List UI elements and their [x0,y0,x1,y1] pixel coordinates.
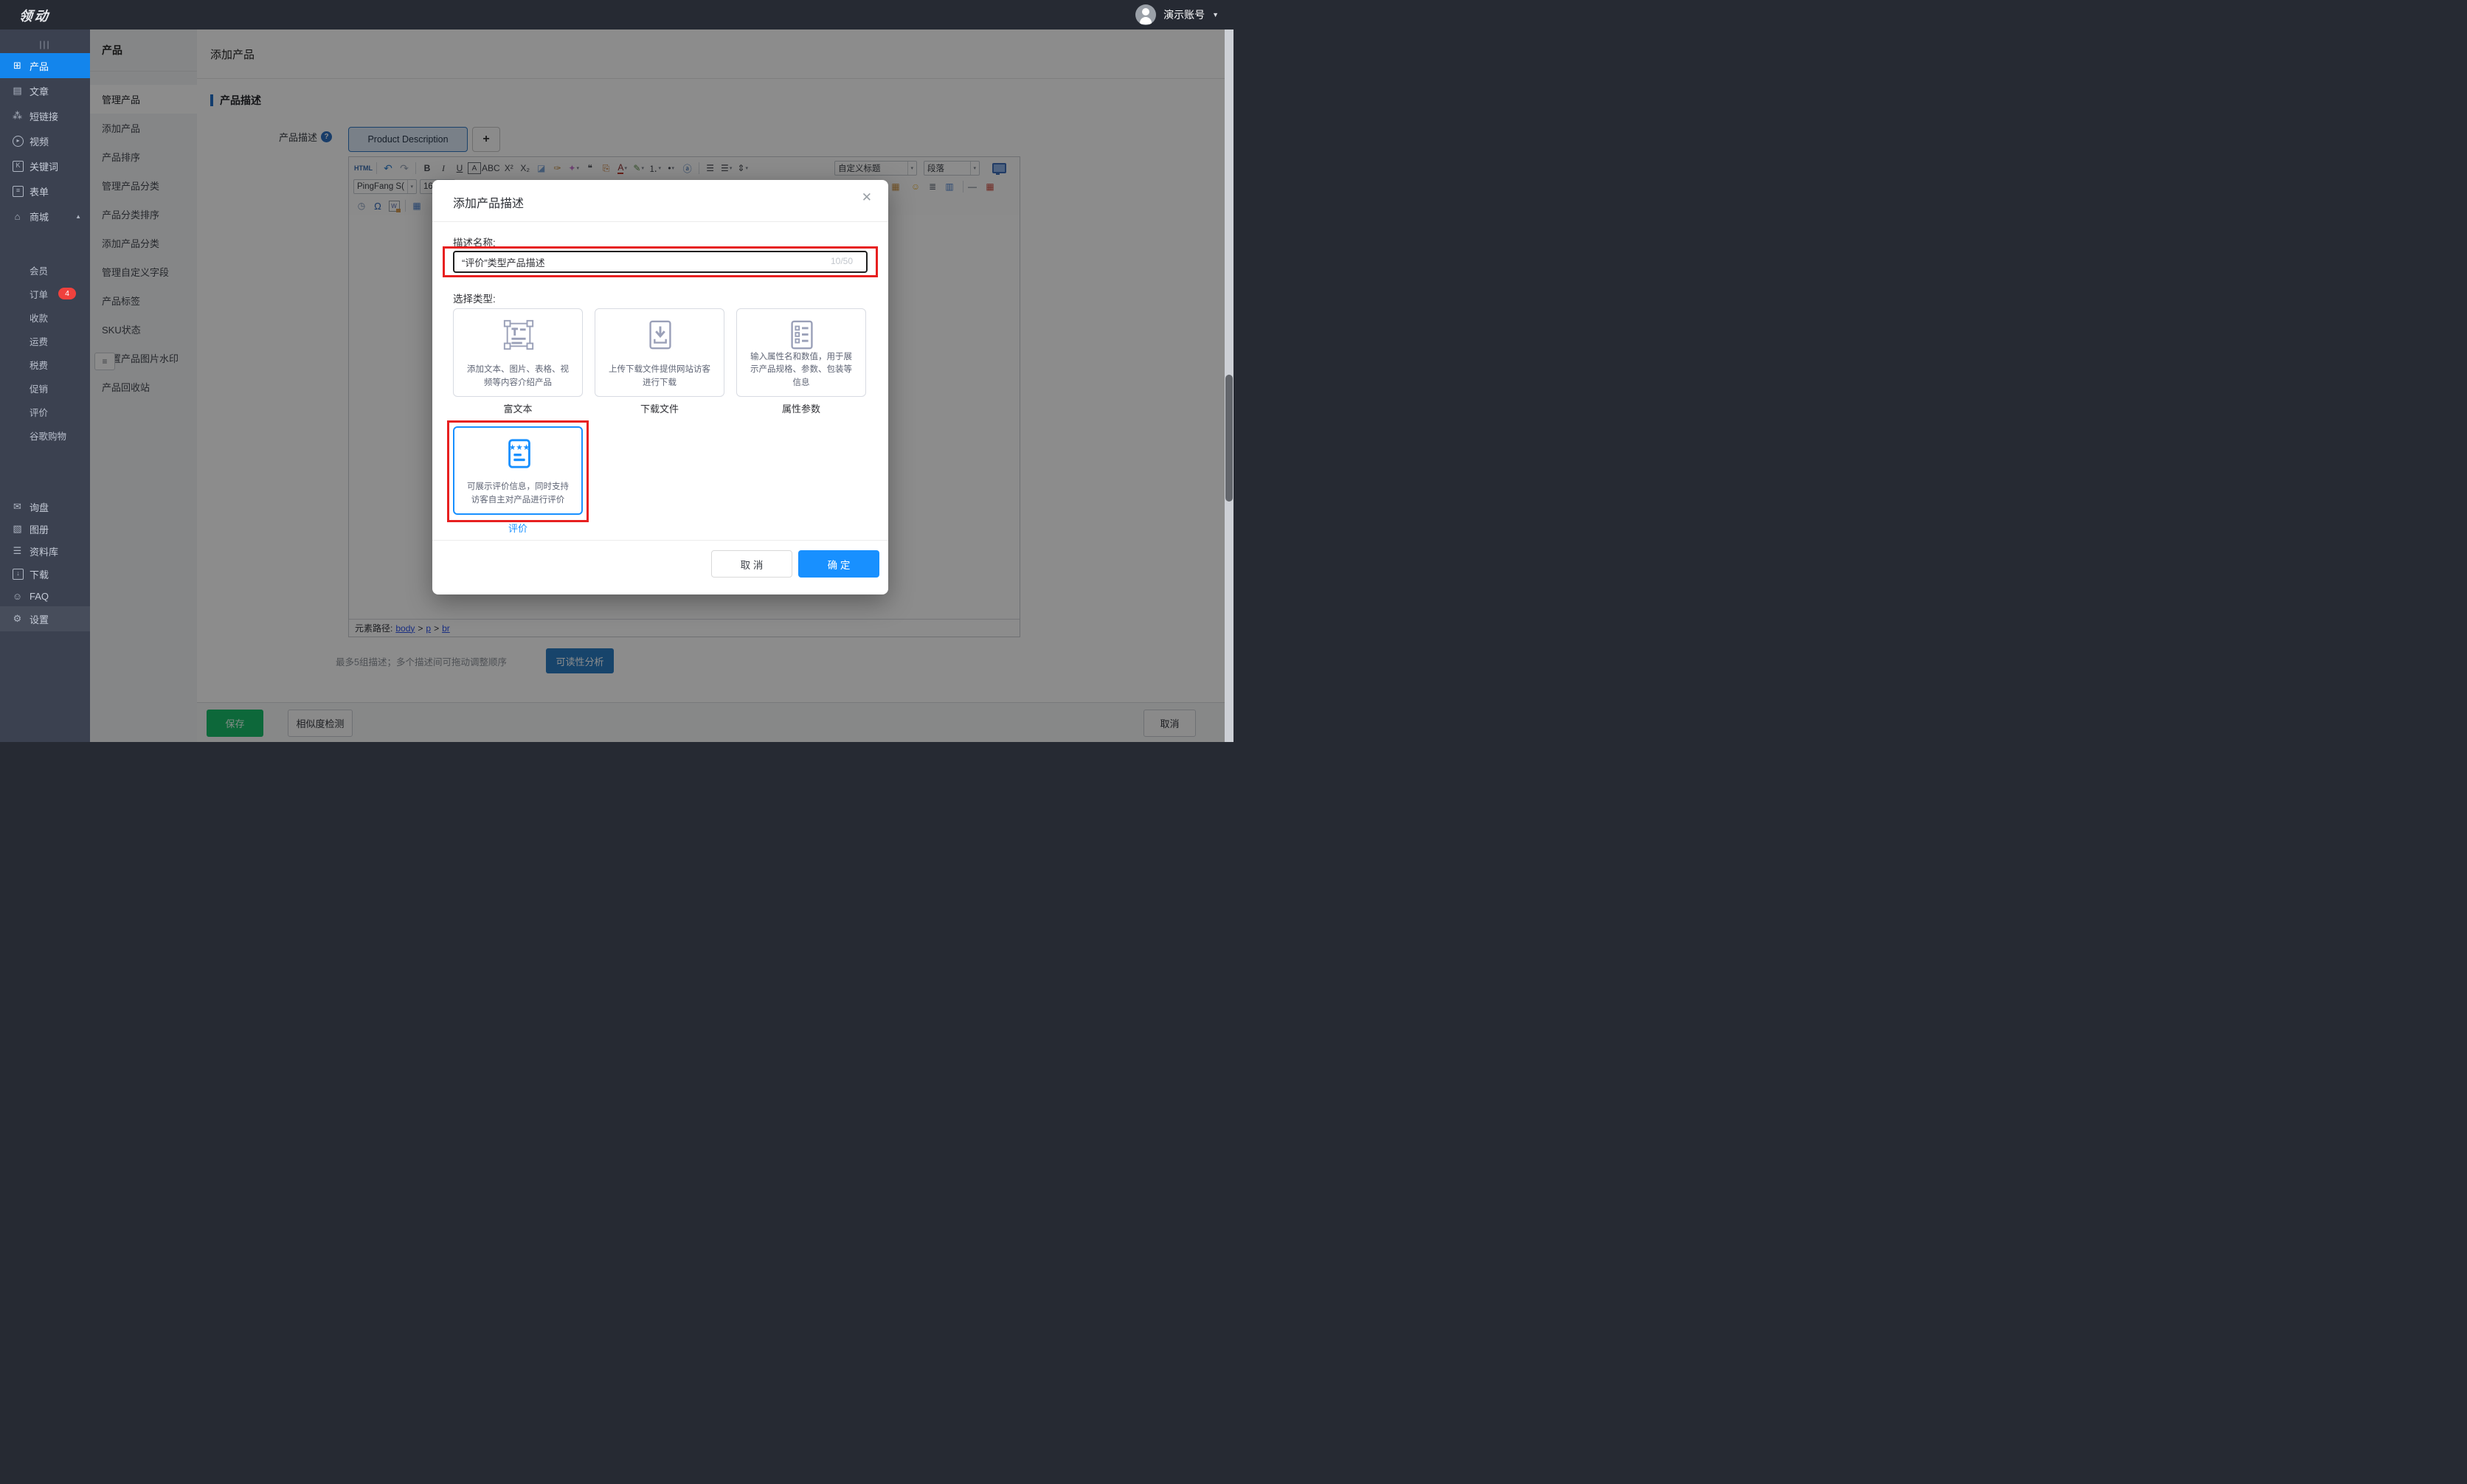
type-card-desc: 添加文本、图片、表格、视频等内容介绍产品 [454,364,582,390]
modal-cancel-button[interactable]: 取 消 [711,550,792,578]
close-icon[interactable]: ✕ [862,190,872,205]
subitem-label: 订单 [30,287,48,301]
sidebar-item-label: 文章 [30,84,49,98]
gallery-image-icon: ▧ [11,523,24,535]
attribute-list-icon [785,318,819,352]
select-type-label: 选择类型: [453,291,496,305]
sidebar-item-label: 下载 [30,567,49,581]
download-box-icon: ↓ [13,569,24,580]
subitem-label: 评价 [30,405,48,419]
sidebar-item-library[interactable]: ☰ 资料库 [0,538,90,564]
sidebar-subitem-promotions[interactable]: 促销 [0,376,90,400]
orders-count-badge: 4 [58,288,76,299]
sidebar-subitem-reviews[interactable]: 评价 [0,400,90,423]
account-menu[interactable]: 演示账号 ▼ [1135,0,1219,30]
products-grid-icon: ⊞ [11,60,24,72]
type-card-review[interactable]: ★★★ 可展示评价信息，同时支持访客自主对产品进行评价 [453,426,583,515]
char-counter: 10/50 [831,256,853,266]
svg-text:★★★: ★★★ [509,443,530,452]
sidebar-item-label: FAQ [30,591,49,602]
primary-sidebar: ||| ⊞ 产品 ▤ 文章 ⁂ 短链接 ▸ 视频 K 关键词 ≡ 表单 ⌂ 商城… [0,30,90,742]
type-label-attributes: 属性参数 [736,401,866,415]
sidebar-item-shortlinks[interactable]: ⁂ 短链接 [0,103,90,128]
modal-header-divider [432,221,888,222]
description-name-label: 描述名称: [453,235,496,249]
modal-ok-button[interactable]: 确 定 [798,550,879,578]
subitem-label: 运费 [30,334,48,348]
sidebar-subitem-shipping[interactable]: 运费 [0,329,90,353]
type-card-richtext[interactable]: 添加文本、图片、表格、视频等内容介绍产品 [453,308,583,397]
type-card-desc: 可展示评价信息，同时支持访客自主对产品进行评价 [454,481,581,507]
sidebar-item-forms[interactable]: ≡ 表单 [0,178,90,204]
sidebar-item-settings[interactable]: ⚙ 设置 [0,606,90,631]
sidebar-subitem-tax[interactable]: 税费 [0,353,90,376]
modal-footer-divider [432,540,888,541]
sidebar-item-gallery[interactable]: ▧ 图册 [0,516,90,541]
richtext-frame-icon [502,318,536,352]
sidebar-item-label: 询盘 [30,500,49,514]
type-card-attributes[interactable]: 输入属性名和数值，用于展示产品规格、参数、包装等信息 [736,308,866,397]
app-logo: 领动 [18,6,52,25]
subitem-label: 收款 [30,311,48,325]
description-name-input[interactable] [453,251,868,273]
sidebar-item-label: 关键词 [30,159,58,173]
library-stack-icon: ☰ [11,545,24,557]
sidebar-item-label: 设置 [30,612,49,626]
gear-icon: ⚙ [11,613,24,625]
sidebar-item-videos[interactable]: ▸ 视频 [0,128,90,153]
sidebar-subitem-payments[interactable]: 收款 [0,305,90,329]
sidebar-item-downloads[interactable]: ↓ 下载 [0,561,90,586]
subitem-label: 促销 [30,381,48,395]
sidebar-collapse-icon[interactable]: ||| [0,35,90,53]
sidebar-subitem-google-shopping[interactable]: 谷歌购物 [0,423,90,447]
sidebar-item-label: 短链接 [30,109,58,123]
sidebar-item-label: 表单 [30,184,49,198]
faq-bubble-icon: ☺ [11,591,24,602]
shortlink-nodes-icon: ⁂ [11,110,24,122]
review-stars-icon: ★★★ [502,437,536,471]
form-clipboard-icon: ≡ [13,186,24,197]
type-label-download: 下载文件 [595,401,724,415]
type-label-review: 评价 [453,521,583,535]
sidebar-item-keywords[interactable]: K 关键词 [0,153,90,178]
sidebar-subitem-members[interactable]: 会员 [0,258,90,282]
type-card-desc: 输入属性名和数值，用于展示产品规格、参数、包装等信息 [737,351,865,390]
chevron-up-icon[interactable]: ▲ [75,213,81,220]
subitem-label: 谷歌购物 [30,429,66,443]
chevron-down-icon[interactable]: ▼ [1212,11,1219,18]
download-file-icon [643,318,677,352]
modal-title: 添加产品描述 [453,193,524,211]
sidebar-item-mall[interactable]: ⌂ 商城 ▲ [0,204,90,229]
type-card-download[interactable]: 上传下载文件提供网站访客进行下载 [595,308,724,397]
video-play-icon: ▸ [13,136,24,147]
keyword-k-icon: K [13,161,24,172]
inquiry-envelope-icon: ✉ [11,501,24,513]
add-description-modal: 添加产品描述 ✕ 描述名称: 10/50 选择类型: 添加文本、图片、表格、视频… [432,180,888,594]
account-name: 演示账号 [1163,7,1205,22]
article-doc-icon: ▤ [11,85,24,97]
sidebar-subitem-orders[interactable]: 订单 4 [0,282,90,305]
sidebar-item-label: 资料库 [30,544,58,558]
sidebar-item-faq[interactable]: ☺ FAQ [0,583,90,608]
sidebar-item-label: 视频 [30,134,49,148]
type-label-richtext: 富文本 [453,401,583,415]
type-card-desc: 上传下载文件提供网站访客进行下载 [595,364,724,390]
avatar [1135,4,1156,25]
sidebar-item-label: 图册 [30,522,49,536]
subitem-label: 税费 [30,358,48,372]
sidebar-item-inquiries[interactable]: ✉ 询盘 [0,494,90,519]
subitem-label: 会员 [30,263,48,277]
sidebar-item-articles[interactable]: ▤ 文章 [0,78,90,103]
sidebar-item-label: 商城 [30,209,49,223]
topbar: 领动 演示账号 ▼ [0,0,1234,30]
sidebar-item-products[interactable]: ⊞ 产品 [0,53,90,78]
sidebar-item-label: 产品 [30,59,49,73]
mall-bag-icon: ⌂ [11,211,24,222]
scrollbar-thumb[interactable] [1225,375,1233,502]
